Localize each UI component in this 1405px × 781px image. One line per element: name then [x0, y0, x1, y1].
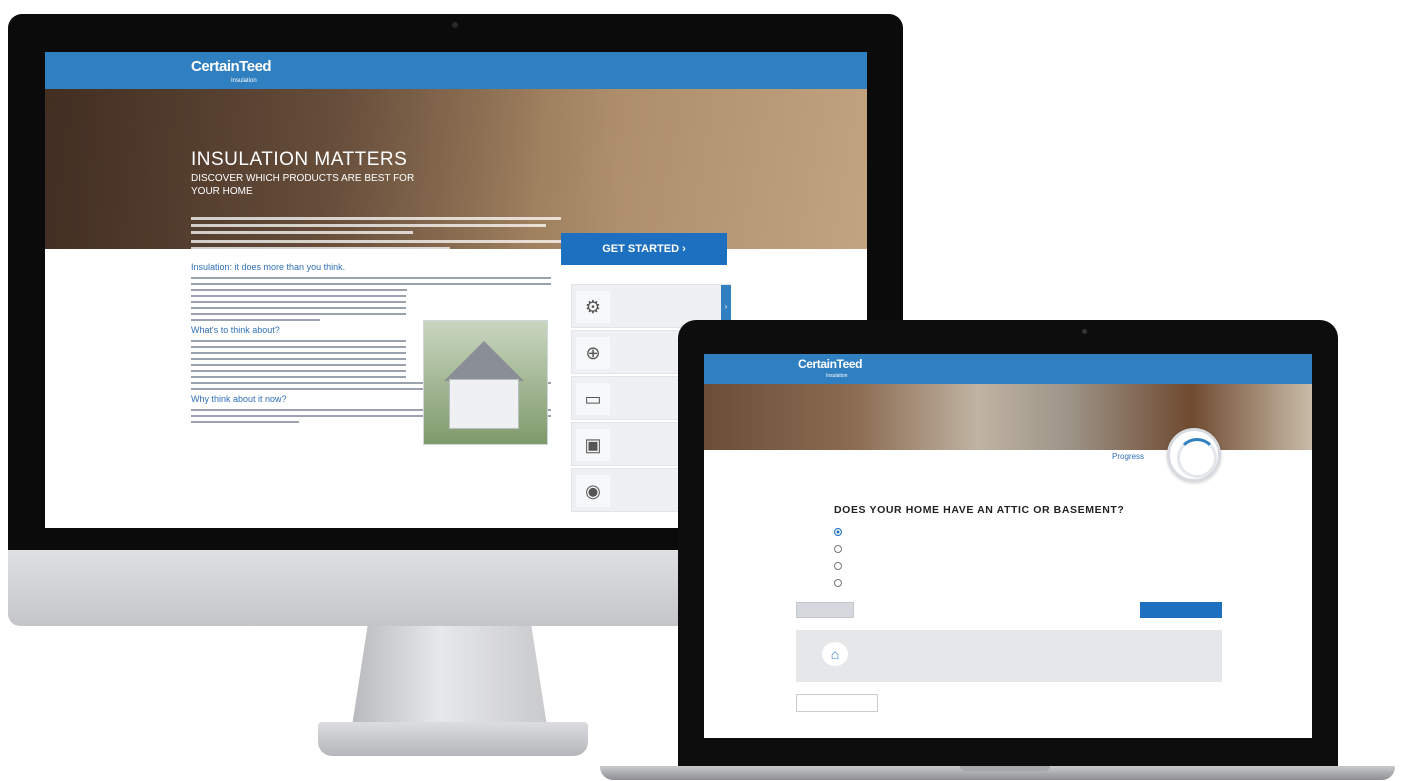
progress-ring: [1167, 428, 1221, 482]
radio-button[interactable]: [834, 579, 842, 587]
hero-body-text: [191, 217, 561, 261]
question-title: DOES YOUR HOME HAVE AN ATTIC OR BASEMENT…: [834, 504, 1125, 516]
monitor-stand-foot: [318, 722, 588, 756]
progress-label: Progress: [1112, 452, 1145, 461]
hero-title: INSULATION MATTERS: [191, 149, 408, 170]
hero-subtitle: DISCOVER WHICH PRODUCTS ARE BEST FOR YOU…: [191, 173, 415, 197]
laptop-logo[interactable]: CertainTeed: [798, 357, 862, 371]
laptop-notch: [960, 766, 1050, 771]
tools-grid-icon: ⚙: [576, 291, 610, 323]
laptop: CertainTeed Insulation Progress DOES YOU…: [600, 320, 1395, 780]
house-body: [449, 379, 519, 429]
article-paragraph: [191, 340, 406, 378]
laptop-screen: CertainTeed Insulation Progress DOES YOU…: [704, 354, 1312, 738]
desktop-logo[interactable]: CertainTeed: [191, 58, 272, 75]
laptop-logo-sub: Insulation: [826, 373, 848, 379]
device-mockup-stage: CertainTeed Insulation INSULATION MATTER…: [0, 0, 1405, 781]
article-heading-1: Insulation: it does more than you think.: [191, 262, 346, 272]
radio-button[interactable]: [834, 545, 842, 553]
house-cutaway-image: [423, 320, 548, 445]
monitor-stand-neck: [352, 626, 547, 726]
return-home-button[interactable]: [796, 694, 878, 712]
laptop-camera: [1082, 329, 1087, 334]
article-paragraph: [191, 295, 406, 321]
article-paragraph: [191, 277, 551, 291]
previous-button[interactable]: [796, 602, 854, 618]
house-roof: [444, 341, 524, 381]
radio-button-selected[interactable]: [834, 528, 842, 536]
tip-box: ⌂: [796, 630, 1222, 682]
desktop-logo-sub: Insulation: [231, 78, 257, 84]
radio-button[interactable]: [834, 562, 842, 570]
desktop-nav-bar: CertainTeed Insulation: [45, 52, 867, 89]
desktop-hero: INSULATION MATTERS DISCOVER WHICH PRODUC…: [45, 89, 867, 265]
next-question-button[interactable]: [1140, 602, 1222, 618]
laptop-nav-bar: CertainTeed Insulation: [704, 354, 1312, 384]
monitor-camera: [452, 22, 458, 28]
house-icon: ⌂: [822, 642, 848, 666]
laptop-hero-image: [704, 384, 1312, 450]
get-started-button[interactable]: GET STARTED ›: [561, 233, 727, 265]
